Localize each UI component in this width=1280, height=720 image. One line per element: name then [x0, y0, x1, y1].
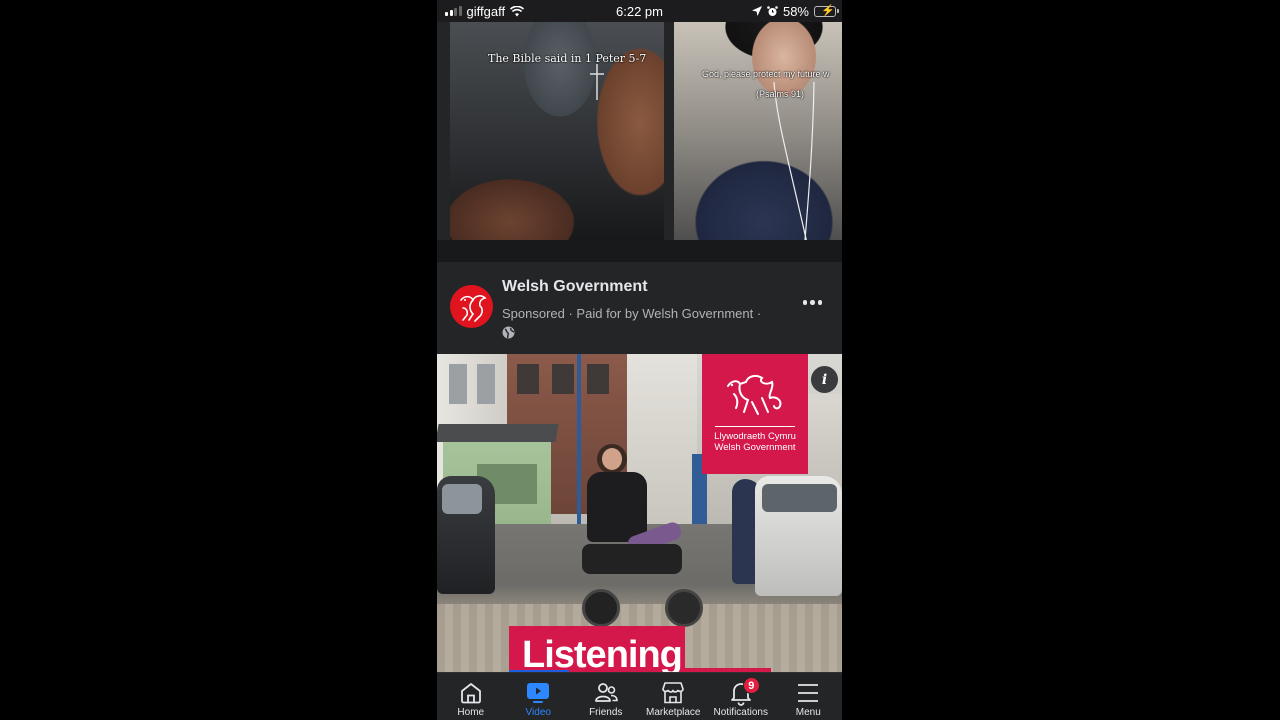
post-header: Welsh Government Sponsored · Paid for by…: [437, 262, 842, 354]
welsh-dragon-icon: [727, 374, 782, 415]
tab-home[interactable]: Home: [437, 673, 505, 720]
welsh-dragon-icon: [459, 294, 487, 322]
status-bar: giffgaff 6:22 pm 58% ⚡: [437, 0, 842, 22]
tab-marketplace[interactable]: Marketplace: [640, 673, 708, 720]
tab-label: Home: [457, 707, 485, 718]
menu-icon: [798, 684, 819, 702]
reel-card[interactable]: God, please protect my future w (Psalms …: [674, 22, 842, 249]
reel-caption: God, please protect my future w: [702, 69, 830, 79]
phone-screen: giffgaff 6:22 pm 58% ⚡ The Bible said in…: [437, 0, 842, 720]
battery-charging-icon: ⚡: [814, 5, 839, 17]
video-icon: [527, 683, 550, 703]
tab-label: Friends: [589, 707, 623, 718]
friends-icon: [594, 683, 618, 702]
notification-badge: 9: [742, 677, 760, 694]
tab-friends[interactable]: Friends: [572, 673, 640, 720]
avatar[interactable]: [450, 285, 493, 328]
tab-label: Notifications: [713, 707, 768, 718]
reel-card[interactable]: The Bible said in 1 Peter 5-7: [450, 22, 664, 249]
feed-divider: [437, 240, 842, 262]
marketplace-icon: [662, 682, 685, 704]
more-horizontal-icon: [802, 300, 807, 305]
alarm-icon: [767, 5, 778, 16]
welsh-government-logo: Llywodraeth Cymru Welsh Government: [702, 354, 808, 474]
more-options-button[interactable]: [802, 300, 822, 305]
tab-label: Marketplace: [646, 707, 701, 718]
bottom-tab-bar: Home Video Friends Marketplace 9 Notific…: [437, 672, 842, 720]
info-icon[interactable]: i: [811, 366, 838, 393]
carrier-label: giffgaff: [466, 3, 506, 19]
reels-strip: The Bible said in 1 Peter 5-7 God, pleas…: [437, 22, 842, 262]
page-name[interactable]: Welsh Government: [502, 278, 648, 296]
earphone-cable: [773, 82, 815, 249]
location-icon: [751, 6, 762, 16]
tab-notifications[interactable]: 9 Notifications: [707, 673, 775, 720]
signal-icon: [445, 6, 462, 16]
tab-label: Menu: [795, 707, 821, 718]
tab-label: Video: [525, 707, 551, 718]
ad-headline: Listening: [522, 634, 683, 672]
logo-text-welsh: Llywodraeth Cymru: [714, 431, 796, 442]
sponsored-meta: Sponsored · Paid for by Welsh Government…: [502, 306, 762, 321]
globe-icon[interactable]: [502, 326, 515, 339]
ad-image[interactable]: Llywodraeth Cymru Welsh Government i Lis…: [437, 354, 842, 672]
tab-menu[interactable]: Menu: [775, 673, 843, 720]
battery-percent: 58%: [782, 3, 809, 19]
reel-caption: The Bible said in 1 Peter 5-7: [488, 52, 647, 65]
wifi-icon: [510, 5, 525, 16]
cross-icon: [590, 64, 604, 100]
home-icon: [460, 683, 481, 704]
tab-video[interactable]: Video: [505, 673, 573, 720]
reel-subcaption: (Psalms 91): [756, 89, 805, 99]
logo-text-english: Welsh Government: [714, 442, 796, 453]
